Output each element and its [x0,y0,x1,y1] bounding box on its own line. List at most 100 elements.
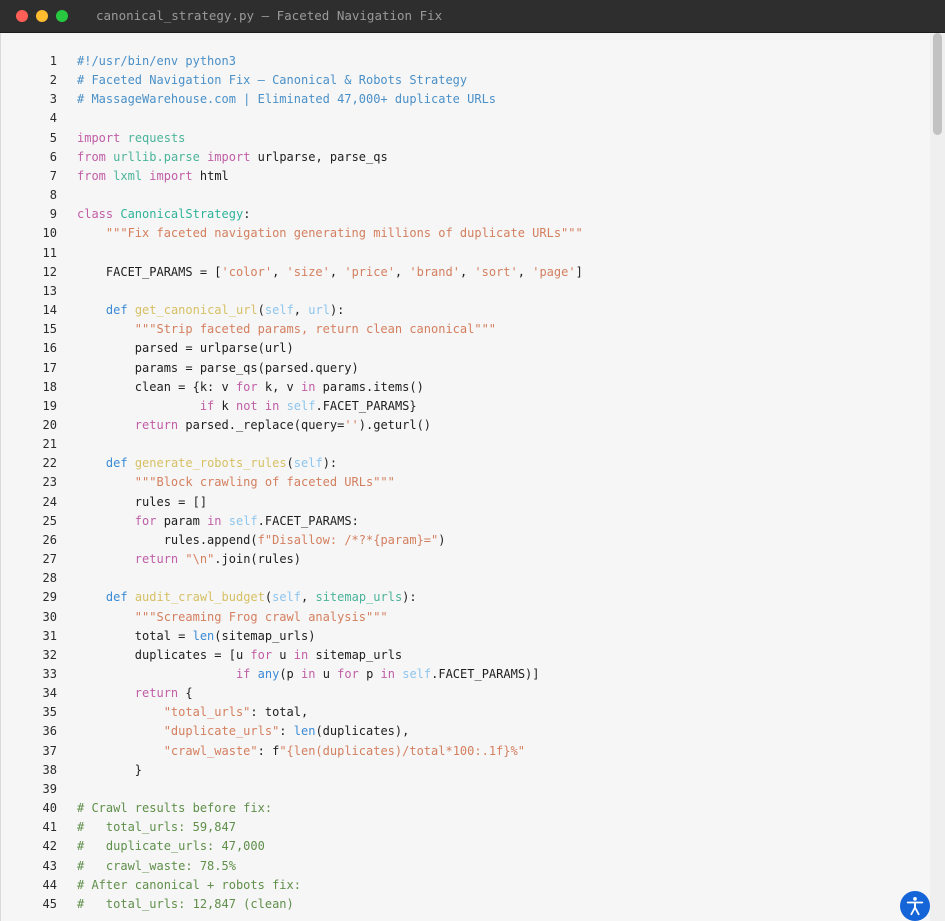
code-line: 7 from lxml import html [1,167,583,186]
code-token: CanonicalStrategy [120,207,244,222]
line-number: 24 [42,494,57,509]
code-token: self [293,456,323,471]
code-token: u [272,647,294,662]
code-token: 'page' [532,264,576,279]
code-token: # Crawl results before fix: [77,801,273,816]
line-number: 45 [42,896,57,911]
code-line: 39 [1,780,583,799]
code-token: in [380,667,395,681]
code-line: 45 # total_urls: 12,847 (clean) [1,895,583,914]
code-token: 'price' [344,264,395,279]
accessibility-person-icon [906,897,924,916]
code-line: 19 if k not in self.FACET_PARAMS} [1,397,583,416]
code-line: 41 # total_urls: 59,847 [1,818,583,837]
code-token: ( [257,303,265,318]
code-token: return [134,552,179,567]
code-line: 26 rules.append(f"Disallow: /*?*{param}=… [1,531,583,550]
line-number: 19 [42,398,57,413]
code-token: : [279,724,294,739]
line-number: 33 [42,667,57,681]
code-token: parsed._replace(query= [178,417,345,432]
line-number: 23 [42,475,57,490]
line-text: rules.append(f"Disallow: /*?*{param}=") [57,531,446,550]
code-line: 13 [1,282,583,301]
code-token: , [272,264,287,279]
line-number: 27 [42,552,57,567]
minimize-window-button[interactable] [36,10,48,22]
code-token: import [77,130,121,145]
line-text: from urllib.parse import urlparse, parse… [57,148,388,167]
code-token: rules = [] [77,494,208,509]
code-token: # total_urls: 12,847 (clean) [77,896,294,911]
code-token: self [402,667,432,681]
line-text: # After canonical + robots fix: [57,876,301,895]
line-number: 6 [49,149,57,164]
code-line: 23 """Block crawling of faceted URLs""" [1,473,583,492]
line-text: from lxml import html [57,167,229,186]
close-window-button[interactable] [16,10,28,22]
line-number: 5 [49,130,57,145]
line-number: 42 [42,839,57,854]
accessibility-button[interactable] [900,891,930,921]
code-token: .join(rules) [214,552,301,567]
code-editor[interactable]: 1 #!/usr/bin/env python3 2 # Faceted Naviga… [0,33,931,921]
line-number: 43 [42,858,57,873]
code-line: 11 [1,244,583,263]
scrollbar-thumb[interactable] [933,33,942,135]
line-text: import requests [57,129,185,148]
zoom-window-button[interactable] [56,10,68,22]
code-token: ): [402,590,417,605]
code-line: 29 def audit_crawl_budget(self, sitemap_… [1,588,583,607]
code-line: 42 # duplicate_urls: 47,000 [1,837,583,856]
code-token: # After canonical + robots fix: [77,877,301,892]
code-token: """Screaming Frog crawl analysis""" [134,609,388,624]
code-token: sitemap_urls [315,590,403,605]
line-text: #!/usr/bin/env python3 [57,52,236,71]
code-line: 43 # crawl_waste: 78.5% [1,857,583,876]
code-token: url [308,303,330,318]
line-number: 32 [42,647,57,662]
line-number: 15 [42,322,57,337]
line-number: 30 [42,609,57,624]
line-number: 16 [42,341,57,356]
code-token: , [394,264,410,279]
line-number: 36 [42,724,57,739]
code-token: "crawl_waste" [163,743,258,758]
line-number: 28 [42,571,57,586]
line-text: clean = {k: v for k, v in params.items() [57,378,424,397]
code-token: get_canonical_url [134,303,258,318]
line-text [57,186,77,205]
code-token: sitemap_urls [308,647,403,662]
line-number: 41 [42,820,57,835]
line-text: return "\n".join(rules) [57,550,301,569]
code-token: # total_urls: 59,847 [77,820,236,835]
code-token: 'size' [286,264,330,279]
code-token: param [156,513,208,528]
code-token: if [235,667,251,681]
code-line: 14 def get_canonical_url(self, url): [1,301,583,320]
code-token: , [301,590,316,605]
vertical-scrollbar[interactable] [930,33,945,921]
code-line: 34 return { [1,684,583,703]
code-token: : total, [250,705,309,720]
line-text: # Faceted Navigation Fix — Canonical & R… [57,71,467,90]
code-token: p [358,667,381,681]
code-line: 18 clean = {k: v for k, v in params.item… [1,378,583,397]
code-token: import [207,149,251,164]
code-token: from [77,149,106,164]
line-text: for param in self.FACET_PARAMS: [57,512,359,531]
line-text [57,244,77,263]
code-line: 20 return parsed._replace(query='').getu… [1,416,583,435]
code-token: .FACET_PARAMS)] [431,667,540,681]
code-token: FACET_PARAMS = [ [77,264,222,279]
code-line: 3 # MassageWarehouse.com | Eliminated 47,… [1,90,583,109]
code-token: self [228,513,258,528]
code-token: ): [322,456,338,471]
code-token: len [192,628,215,643]
